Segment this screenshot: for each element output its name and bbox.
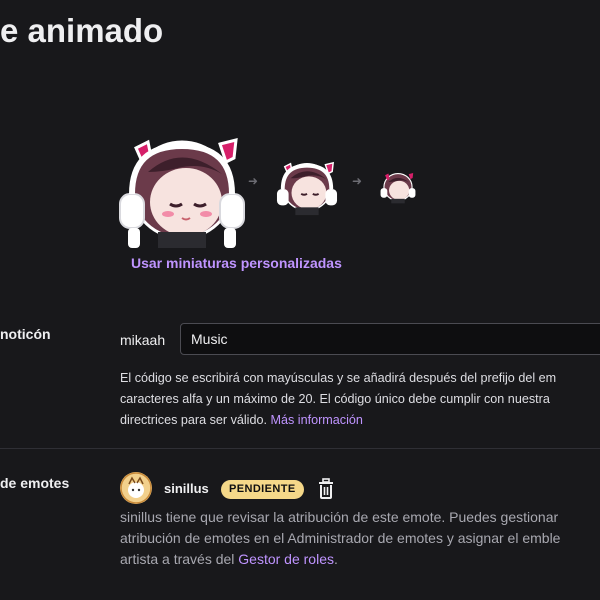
- roles-manager-link[interactable]: Gestor de roles: [238, 551, 334, 567]
- avatar-icon: [120, 472, 152, 504]
- emote-prefix: mikaah: [120, 332, 166, 348]
- code-helper-text: El código se escribirá con mayúsculas y …: [120, 368, 600, 431]
- emote-preview-large: [119, 138, 245, 248]
- code-section-label: noticón: [0, 326, 51, 342]
- attr-line: sinillus tiene que revisar la atribución…: [120, 509, 559, 525]
- emote-preview-medium: [276, 161, 338, 216]
- helper-line-last: directrices para ser válido. Más informa…: [120, 410, 600, 431]
- page-title: e animado: [0, 12, 164, 49]
- more-info-link[interactable]: Más información: [271, 413, 363, 427]
- attr-line-last: artista a través del Gestor de roles.: [120, 549, 600, 570]
- attribution-section-label: de emotes: [0, 475, 70, 491]
- arrow-right-icon: ➜: [248, 174, 259, 188]
- trash-icon[interactable]: [316, 478, 336, 500]
- artist-username[interactable]: sinillus: [164, 481, 209, 496]
- emote-preview-small: [380, 172, 416, 204]
- attr-line-text: artista a través del: [120, 551, 235, 567]
- arrow-right-icon: ➜: [352, 174, 363, 188]
- attribution-description: sinillus tiene que revisar la atribución…: [120, 507, 600, 570]
- emote-code-input[interactable]: [180, 323, 600, 355]
- attr-line: atribución de emotes en el Administrador…: [120, 530, 561, 546]
- status-badge: PENDIENTE: [221, 480, 304, 499]
- helper-line-text: directrices para ser válido.: [120, 413, 267, 427]
- helper-line: El código se escribirá con mayúsculas y …: [120, 371, 557, 385]
- attr-line-suffix: .: [334, 551, 338, 567]
- custom-thumbnails-link[interactable]: Usar miniaturas personalizadas: [131, 255, 342, 271]
- section-divider: [0, 448, 600, 449]
- helper-line: caracteres alfa y un máximo de 20. El có…: [120, 392, 550, 406]
